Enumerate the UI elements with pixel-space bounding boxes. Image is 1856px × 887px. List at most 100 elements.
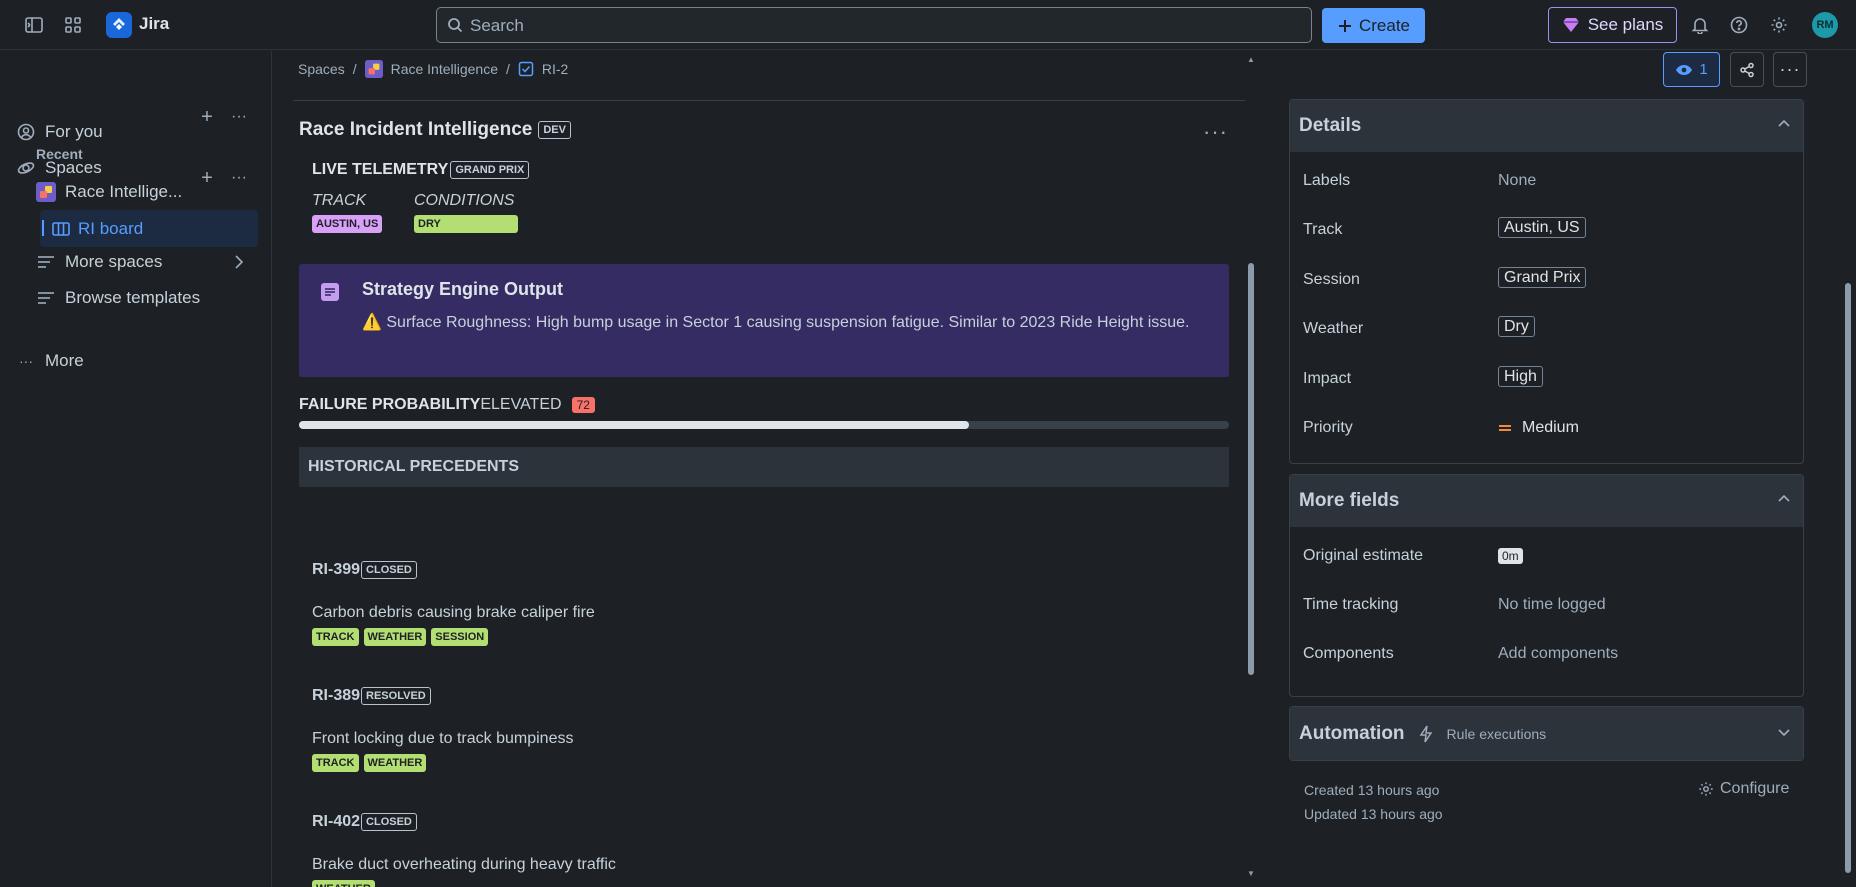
details-header[interactable]: Details [1290, 100, 1803, 152]
sidebar-item-label: Race Intellige... [65, 182, 183, 201]
project-avatar-icon [36, 182, 56, 202]
precedent-id-row: RI-389 RESOLVED [312, 687, 1192, 705]
add-item-plus-icon[interactable]: + [196, 167, 218, 189]
field-name: Impact [1303, 370, 1352, 387]
field-value[interactable]: High [1498, 366, 1543, 387]
sidebar: For you Spaces + ··· Recent Race Intelli… [0, 51, 272, 887]
conditions-label: CONDITIONS [414, 192, 515, 209]
field-value[interactable]: Austin, US [1498, 217, 1586, 238]
sidebar-item-more-spaces[interactable]: More spaces [36, 245, 162, 279]
precedent-tag: WEATHER [363, 628, 427, 646]
recent-section-label: Recent [36, 146, 83, 162]
automation-header[interactable]: Automation Rule executions [1290, 707, 1803, 760]
configure-button[interactable]: Configure [1698, 780, 1789, 798]
breadcrumb-issue[interactable]: RI-2 [542, 61, 568, 77]
failure-progress-bar [299, 421, 1229, 429]
board-icon [52, 221, 70, 237]
see-plans-button[interactable]: See plans [1548, 7, 1677, 43]
breadcrumb-space[interactable]: Race Intelligence [391, 61, 498, 77]
field-value[interactable]: No time logged [1498, 596, 1606, 614]
precedent-id[interactable]: RI-402 [312, 813, 360, 831]
issue-title[interactable]: Race Incident Intelligence DEV [299, 119, 571, 141]
notifications-bell-icon[interactable] [1688, 13, 1712, 37]
field-value[interactable]: Add components [1498, 645, 1618, 663]
field-value[interactable]: Medium [1498, 419, 1579, 437]
main-scrollbar-thumb[interactable] [1248, 263, 1254, 675]
sidebar-item-label: For you [45, 122, 103, 141]
sidebar-toggle-icon[interactable] [22, 13, 46, 37]
more-dots-icon: ··· [19, 353, 33, 369]
automation-panel[interactable]: Automation Rule executions [1289, 706, 1804, 761]
more-fields-header[interactable]: More fields [1290, 475, 1803, 527]
app-name[interactable]: Jira [139, 14, 169, 34]
field-name: Labels [1303, 172, 1351, 189]
precedent-item[interactable]: RI-402 CLOSED Brake duct overheating durin… [312, 813, 1192, 887]
precedent-tags: TRACK WEATHER SESSION [312, 628, 1192, 646]
more-actions-button[interactable]: ··· [1773, 52, 1807, 87]
precedent-id-row: RI-399 CLOSED [312, 561, 1192, 579]
chevron-up-icon[interactable] [1778, 494, 1790, 502]
details-title: Details [1299, 115, 1362, 136]
precedent-description: Brake duct overheating during heavy traf… [312, 856, 616, 873]
jira-logo-icon[interactable] [106, 12, 132, 38]
spaces-more-icon[interactable]: ··· [228, 106, 250, 128]
precedent-tag: SESSION [431, 628, 489, 646]
sidebar-item-ri-board[interactable]: RI board [40, 210, 258, 247]
field-value[interactable]: Grand Prix [1498, 267, 1587, 288]
app-switcher-icon[interactable] [61, 13, 85, 37]
scroll-up-arrow-icon[interactable]: ▲ [1247, 55, 1255, 64]
precedent-tag: TRACK [312, 754, 359, 772]
precedent-tag: TRACK [312, 628, 359, 646]
field-value[interactable]: None [1498, 172, 1536, 190]
watch-button[interactable]: 1 [1663, 52, 1720, 87]
breadcrumb: Spaces / Race Intelligence / RI-2 [298, 60, 569, 78]
precedent-id[interactable]: RI-399 [312, 561, 360, 579]
create-button[interactable]: Create [1322, 8, 1425, 43]
field-name: Components [1303, 645, 1394, 662]
diamond-icon [1562, 17, 1580, 33]
help-icon[interactable] [1727, 13, 1751, 37]
chevron-down-icon[interactable] [1778, 729, 1790, 737]
chevron-right-icon[interactable] [228, 251, 250, 273]
telemetry-label: LIVE TELEMETRY [312, 161, 449, 178]
precedent-status-badge: CLOSED [361, 561, 417, 579]
sidebar-item-race-intelligence[interactable]: Race Intellige... [36, 175, 182, 209]
sidebar-item-for-you[interactable]: For you [16, 115, 103, 149]
issue-more-actions-icon[interactable]: ··· [1203, 119, 1228, 145]
task-checkbox-icon [518, 61, 534, 77]
search-input[interactable] [470, 16, 1270, 36]
precedent-tag: WEATHER [312, 880, 375, 887]
see-plans-label: See plans [1587, 15, 1664, 34]
field-value[interactable]: 0m [1498, 547, 1523, 565]
lightning-icon [1419, 725, 1433, 743]
dev-badge: DEV [538, 121, 571, 139]
add-space-plus-icon[interactable]: + [196, 106, 218, 128]
share-button[interactable] [1730, 52, 1764, 87]
failure-score-badge: 72 [571, 397, 595, 413]
failure-probability-label: FAILURE PROBABILITY [299, 396, 481, 413]
sidebar-item-more[interactable]: ··· More [16, 344, 84, 378]
panel-scrollbar-thumb[interactable] [1845, 283, 1851, 873]
sidebar-item-label: More [45, 351, 84, 370]
settings-gear-icon[interactable] [1767, 13, 1791, 37]
main-scrollbar[interactable]: ▲ ▼ [1245, 51, 1257, 887]
scroll-down-arrow-icon[interactable]: ▼ [1247, 869, 1255, 878]
project-avatar-icon [364, 60, 383, 78]
precedent-item[interactable]: RI-399 CLOSED Carbon debris causing brake … [312, 561, 1192, 646]
panel-scrollbar[interactable] [1842, 51, 1854, 887]
sidebar-item-browse-templates[interactable]: Browse templates [36, 281, 200, 315]
field-value[interactable]: Dry [1498, 316, 1535, 337]
precedent-id-row: RI-402 CLOSED [312, 813, 1192, 831]
precedent-id[interactable]: RI-389 [312, 687, 360, 705]
precedent-item[interactable]: RI-389 RESOLVED Front locking due to track… [312, 687, 1192, 772]
failure-probability-row: FAILURE PROBABILITY ELEVATED 72 [299, 396, 595, 414]
failure-level: ELEVATED [480, 396, 562, 413]
user-avatar[interactable]: RM [1812, 12, 1838, 38]
configure-label: Configure [1720, 780, 1790, 797]
created-timestamp: Created 13 hours ago [1304, 782, 1440, 798]
rule-executions-link[interactable]: Rule executions [1447, 726, 1547, 742]
breadcrumb-spaces[interactable]: Spaces [298, 61, 345, 77]
search-box[interactable] [436, 7, 1312, 43]
space-more-icon[interactable]: ··· [228, 167, 250, 189]
chevron-up-icon[interactable] [1778, 119, 1790, 127]
